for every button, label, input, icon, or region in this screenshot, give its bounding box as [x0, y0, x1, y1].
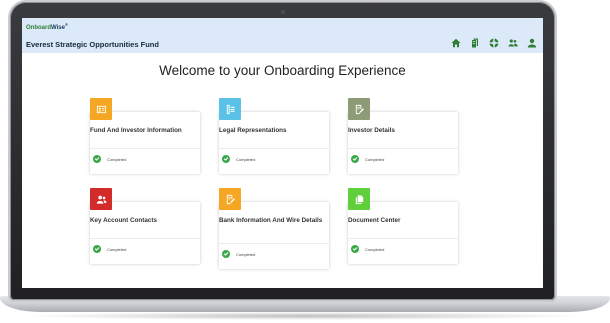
check-circle-icon: [351, 245, 359, 253]
card-title: Document Center: [348, 217, 401, 224]
status-text: Completed: [107, 156, 127, 162]
card-title: Bank Information And Wire Details: [219, 217, 323, 224]
card-title: Investor Details: [348, 127, 395, 134]
status-badge: Completed: [222, 155, 255, 163]
status-text: Completed: [365, 156, 385, 162]
home-icon[interactable]: [451, 38, 461, 48]
status-text: Completed: [107, 246, 127, 252]
card-divider: [348, 238, 458, 239]
id-card-icon: [90, 98, 112, 120]
brand-logo-wise: Wise: [51, 25, 65, 31]
card-divider: [90, 238, 200, 239]
card-title: Legal Representations: [219, 127, 287, 134]
brand-logo[interactable]: OnboardWise®: [26, 22, 68, 31]
brand-logo-mark: ®: [64, 22, 68, 27]
card-key-account-contacts[interactable]: Key Account Contacts Completed: [90, 188, 200, 264]
status-badge: Completed: [93, 245, 126, 253]
card-bank-information[interactable]: Bank Information And Wire Details Comple…: [219, 188, 329, 269]
status-badge: Completed: [222, 250, 255, 258]
top-bar: OnboardWise® Everest Strategic Opportuni…: [22, 18, 543, 53]
profile-icon[interactable]: [527, 38, 537, 48]
edit-form-icon: [348, 98, 370, 120]
laptop-shadow: [20, 312, 590, 320]
status-text: Completed: [236, 156, 256, 162]
card-legal-representations[interactable]: Legal Representations Completed: [219, 98, 329, 174]
check-circle-icon: [222, 250, 230, 258]
support-icon[interactable]: [489, 38, 499, 48]
users-icon[interactable]: [508, 38, 518, 48]
document-icon: [348, 188, 370, 210]
card-divider: [348, 148, 458, 149]
check-circle-icon: [351, 155, 359, 163]
status-text: Completed: [236, 251, 256, 257]
status-badge: Completed: [93, 155, 126, 163]
card-investor-details[interactable]: Investor Details Completed: [348, 98, 458, 174]
contacts-icon: [90, 188, 112, 210]
legal-icon: [219, 98, 241, 120]
status-badge: Completed: [351, 245, 384, 253]
check-circle-icon: [93, 245, 101, 253]
documents-icon[interactable]: [470, 38, 480, 48]
card-divider: [219, 243, 329, 244]
check-circle-icon: [222, 155, 230, 163]
brand-logo-on: Onboard: [26, 25, 51, 31]
status-badge: Completed: [351, 155, 384, 163]
card-title: Fund And Investor Information: [90, 127, 182, 134]
page-title: Welcome to your Onboarding Experience: [159, 63, 406, 78]
nav-toolbar: [451, 38, 537, 48]
check-circle-icon: [93, 155, 101, 163]
app-screen: OnboardWise® Everest Strategic Opportuni…: [22, 18, 543, 288]
card-title: Key Account Contacts: [90, 217, 157, 224]
card-divider: [90, 148, 200, 149]
bank-form-icon: [219, 188, 241, 210]
card-fund-investor-info[interactable]: Fund And Investor Information Completed: [90, 98, 200, 174]
card-divider: [219, 148, 329, 149]
card-document-center[interactable]: Document Center Completed: [348, 188, 458, 264]
fund-name: Everest Strategic Opportunities Fund: [26, 40, 159, 49]
status-text: Completed: [365, 246, 385, 252]
camera-icon: [280, 10, 285, 14]
